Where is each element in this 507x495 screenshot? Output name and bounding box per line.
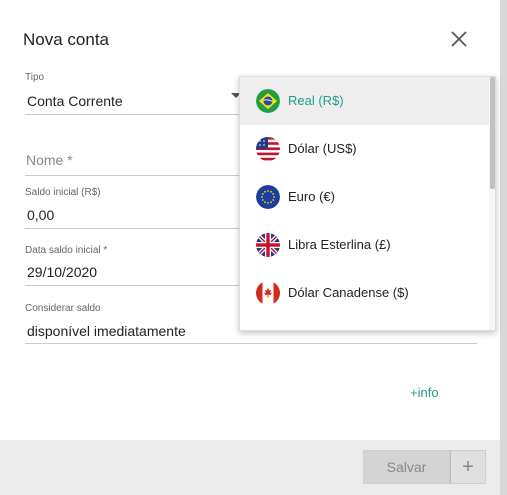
currency-option-label: Euro (€) (288, 189, 335, 204)
tipo-value: Conta Corrente (27, 93, 123, 109)
saldo-inicial-label: Saldo inicial (R$) (25, 187, 101, 198)
currency-option-libra[interactable]: Libra Esterlina (£) (240, 221, 489, 269)
tipo-label: Tipo (25, 72, 45, 83)
considerar-saldo-label: Considerar saldo (25, 303, 101, 314)
dialog-footer: Salvar + (0, 440, 500, 495)
currency-option-label: Dólar (US$) (288, 141, 357, 156)
scrollbar-thumb[interactable] (490, 77, 495, 189)
currency-option-label: Real (R$) (288, 93, 344, 108)
currency-option-label: Libra Esterlina (£) (288, 237, 391, 252)
data-saldo-value: 29/10/2020 (27, 264, 98, 280)
canada-flag-icon (256, 281, 280, 305)
considerar-saldo-value: disponível imediatamente (27, 323, 186, 339)
currency-option-dolar[interactable]: Dólar (US$) (240, 125, 489, 173)
data-saldo-label: Data saldo inicial * (25, 245, 108, 256)
uk-flag-icon (256, 233, 280, 257)
currency-dropdown: Real (R$) Dólar (US$) Euro (€) Libra Est… (239, 76, 496, 331)
brazil-flag-icon (256, 89, 280, 113)
considerar-saldo-underline (25, 343, 477, 344)
add-button[interactable]: + (450, 450, 486, 484)
more-info-link[interactable]: +info (410, 385, 439, 400)
usa-flag-icon (256, 137, 280, 161)
save-button[interactable]: Salvar (363, 450, 450, 484)
dialog-title: Nova conta (23, 30, 109, 49)
saldo-inicial-value: 0,00 (27, 207, 55, 223)
nome-placeholder: Nome * (26, 152, 73, 168)
eu-flag-icon (256, 185, 280, 209)
new-account-dialog: Nova conta Tipo Conta Corrente Nome * Sa… (0, 0, 500, 495)
close-icon[interactable] (448, 28, 470, 50)
currency-option-real[interactable]: Real (R$) (240, 77, 489, 125)
currency-option-label: Dólar Canadense ($) (288, 285, 409, 300)
dropdown-scrollbar[interactable] (489, 77, 495, 330)
currency-option-dolar-canadense[interactable]: Dólar Canadense ($) (240, 269, 489, 317)
background-page (500, 0, 507, 495)
currency-option-euro[interactable]: Euro (€) (240, 173, 489, 221)
